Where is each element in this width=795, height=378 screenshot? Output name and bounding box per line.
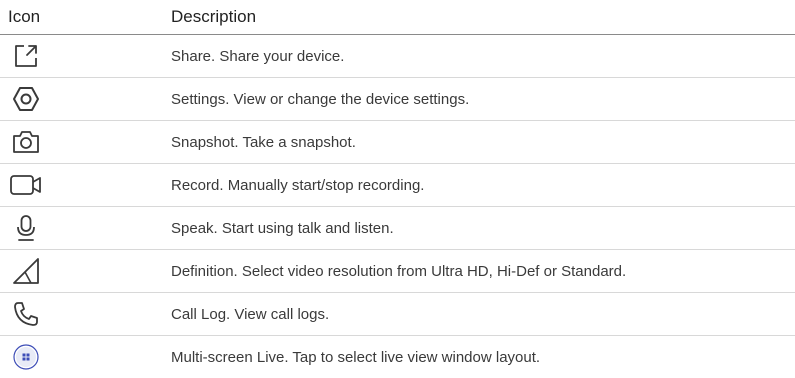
header-icon: Icon — [8, 7, 41, 26]
table-row: Settings. View or change the device sett… — [0, 78, 795, 121]
microphone-icon — [6, 207, 46, 249]
table-row: Call Log. View call logs. — [0, 293, 795, 336]
row-description: Speak. Start using talk and listen. — [171, 219, 394, 237]
settings-icon — [6, 78, 46, 120]
table-row: Multi-screen Live. Tap to select live vi… — [0, 336, 795, 378]
header-description: Description — [171, 7, 257, 26]
row-description: Share. Share your device. — [171, 47, 345, 65]
table-row: Record. Manually start/stop recording. — [0, 164, 795, 207]
row-description: Definition. Select video resolution from… — [171, 262, 627, 280]
row-description: Record. Manually start/stop recording. — [171, 176, 425, 194]
row-description: Multi-screen Live. Tap to select live vi… — [171, 348, 541, 366]
row-description: Call Log. View call logs. — [171, 305, 330, 323]
table-header: Icon Description — [0, 0, 795, 35]
table-row: Definition. Select video resolution from… — [0, 250, 795, 293]
video-camera-icon — [6, 164, 46, 206]
phone-icon — [6, 293, 46, 335]
row-description: Settings. View or change the device sett… — [171, 90, 470, 108]
icon-description-table: Icon Description Share. Share your devic… — [0, 0, 795, 378]
camera-icon — [6, 121, 46, 163]
row-description: Snapshot. Take a snapshot. — [171, 133, 356, 151]
grid-icon — [6, 336, 46, 378]
table-row: Snapshot. Take a snapshot. — [0, 121, 795, 164]
table-row: Speak. Start using talk and listen. — [0, 207, 795, 250]
share-icon — [6, 35, 46, 77]
signal-icon — [6, 250, 46, 292]
table-row: Share. Share your device. — [0, 35, 795, 78]
